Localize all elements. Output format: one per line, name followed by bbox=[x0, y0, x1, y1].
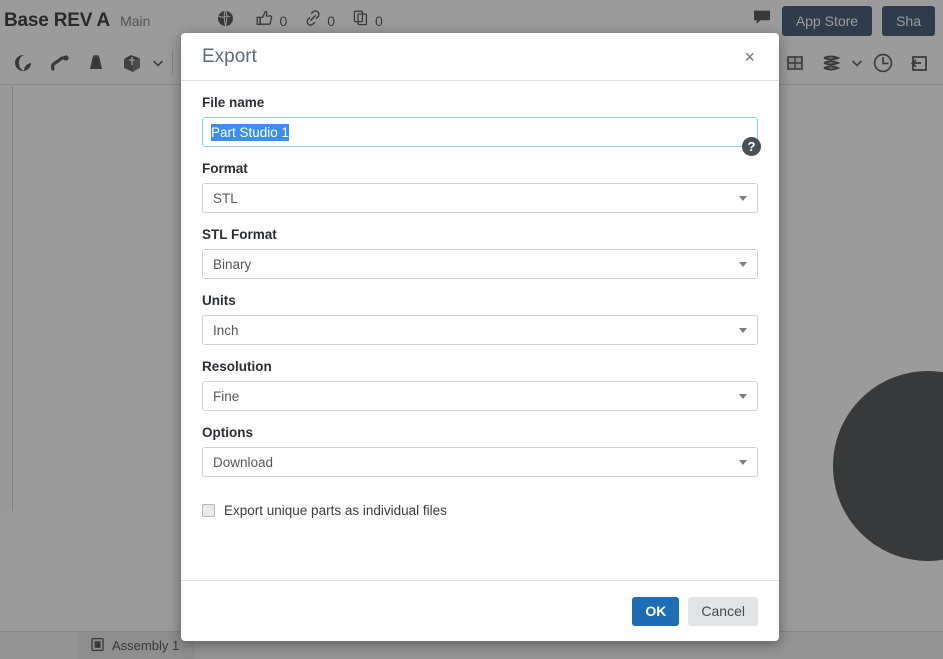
format-label: Format bbox=[202, 161, 248, 176]
resolution-select[interactable]: Fine bbox=[202, 381, 758, 411]
export-unique-parts-row[interactable]: Export unique parts as individual files bbox=[202, 503, 758, 518]
dialog-header: Export × bbox=[181, 33, 779, 81]
units-select[interactable]: Inch bbox=[202, 315, 758, 345]
export-unique-parts-label: Export unique parts as individual files bbox=[224, 503, 447, 518]
chevron-down-icon bbox=[739, 261, 747, 267]
resolution-label: Resolution bbox=[202, 359, 272, 374]
chevron-down-icon bbox=[739, 327, 747, 333]
format-value: STL bbox=[213, 190, 238, 206]
file-name-label: File name bbox=[202, 95, 265, 110]
file-name-value: Part Studio 1 bbox=[211, 123, 290, 141]
ok-button[interactable]: OK bbox=[632, 596, 680, 626]
chevron-down-icon bbox=[739, 393, 747, 399]
format-select[interactable]: STL bbox=[202, 183, 758, 213]
stl-format-select[interactable]: Binary bbox=[202, 249, 758, 279]
units-value: Inch bbox=[213, 322, 239, 338]
chevron-down-icon bbox=[739, 195, 747, 201]
close-icon[interactable]: × bbox=[738, 44, 761, 70]
resolution-value: Fine bbox=[213, 388, 240, 404]
options-value: Download bbox=[213, 454, 274, 470]
chevron-down-icon bbox=[739, 459, 747, 465]
dialog-title: Export bbox=[202, 45, 257, 67]
cancel-button[interactable]: Cancel bbox=[688, 596, 758, 626]
dialog-footer: OK Cancel bbox=[181, 580, 779, 641]
units-label: Units bbox=[202, 293, 236, 308]
options-select[interactable]: Download bbox=[202, 447, 758, 477]
file-name-input[interactable]: Part Studio 1 bbox=[202, 117, 758, 147]
stl-format-value: Binary bbox=[213, 256, 252, 272]
export-unique-parts-checkbox[interactable] bbox=[202, 504, 215, 517]
export-dialog: Export × ? File name Part Studio 1 Forma… bbox=[181, 33, 779, 641]
options-label: Options bbox=[202, 425, 253, 440]
help-icon[interactable]: ? bbox=[742, 137, 761, 156]
stl-format-label: STL Format bbox=[202, 227, 277, 242]
dialog-body: ? File name Part Studio 1 Format STL STL… bbox=[181, 81, 779, 580]
